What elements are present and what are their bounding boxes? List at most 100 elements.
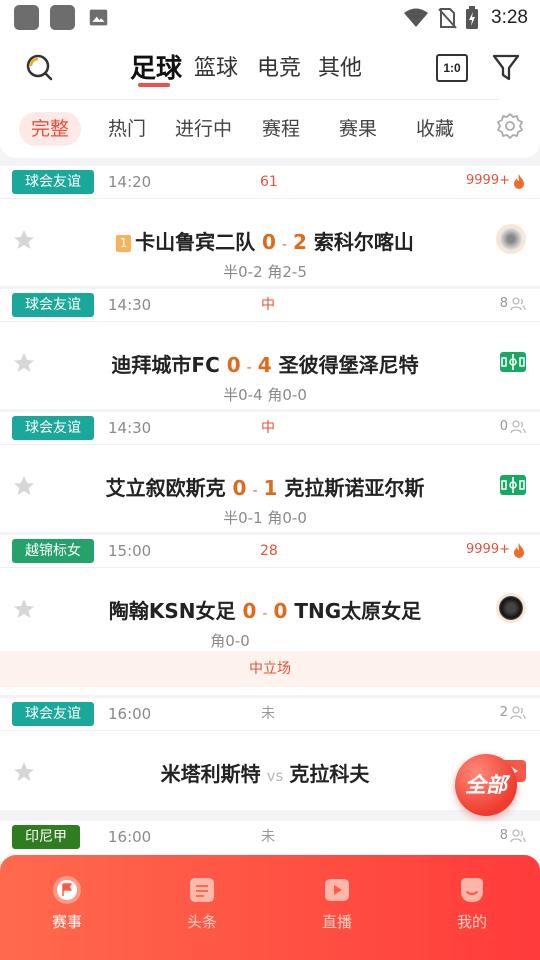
battery-charging-icon xyxy=(466,6,479,29)
active-tab-indicator xyxy=(138,83,170,87)
heat-value: 0 xyxy=(499,419,508,434)
match-card[interactable]: 越锦标女 15:00 28 9999+ 陶翰KSN女足 0-0 TNG太原女足 … xyxy=(0,535,540,695)
app-notification-icon xyxy=(50,5,75,30)
divider xyxy=(0,567,540,568)
search-icon[interactable] xyxy=(24,52,54,82)
match-header: 球会友谊 14:30 中 8 xyxy=(0,289,540,317)
no-sim-icon xyxy=(438,8,457,29)
divider xyxy=(0,198,540,199)
league-tag[interactable]: 球会友谊 xyxy=(12,416,94,440)
match-header: 球会友谊 14:30 中 0 xyxy=(0,412,540,440)
subtab-live[interactable]: 进行中 xyxy=(175,112,232,146)
odds-info: 半0-4 角0-0 xyxy=(223,386,307,404)
filter-icon[interactable] xyxy=(492,53,520,83)
nav-label: 头条 xyxy=(186,913,217,931)
heat-count: 9999+ xyxy=(466,170,526,192)
nav-label: 我的 xyxy=(456,913,487,931)
match-time: 16:00 xyxy=(108,705,152,723)
settings-gear-icon[interactable] xyxy=(496,112,524,140)
away-team: 克拉科夫 xyxy=(289,762,370,786)
nav-profile[interactable]: 我的 xyxy=(432,875,512,932)
subtab-hot[interactable]: 热门 xyxy=(108,112,146,146)
header-divider xyxy=(40,99,500,100)
nav-matches[interactable]: 赛事 xyxy=(27,875,107,932)
home-team: 卡山鲁宾二队 xyxy=(135,230,256,254)
subtab-favorites[interactable]: 收藏 xyxy=(416,112,454,146)
heat-value: 2 xyxy=(499,705,508,720)
heat-count: 8 xyxy=(500,293,526,315)
live-stream-icon[interactable] xyxy=(496,593,526,623)
home-team: 迪拜城市FC xyxy=(111,353,220,377)
home-team: 陶翰KSN女足 xyxy=(108,599,236,623)
match-time: 14:30 xyxy=(108,296,152,314)
match-card[interactable]: 球会友谊 14:30 中 8 迪拜城市FC 0-4 圣彼得堡泽尼特 半0-4 角… xyxy=(0,289,540,409)
divider xyxy=(0,321,540,322)
play-icon xyxy=(325,879,349,901)
favorite-star-icon[interactable] xyxy=(12,597,36,621)
tab-basketball[interactable]: 篮球 xyxy=(194,50,238,82)
favorite-star-icon[interactable] xyxy=(12,351,36,375)
home-score: 0 xyxy=(262,230,276,254)
bottom-navigation: 赛事 头条 直播 我的 xyxy=(0,855,540,960)
subtab-all[interactable]: 完整 xyxy=(19,112,82,146)
show-all-button[interactable]: 全部 xyxy=(455,754,517,816)
heat-value: 8 xyxy=(499,296,508,311)
match-time: 14:30 xyxy=(108,419,152,437)
score-dash: - xyxy=(262,606,268,622)
live-stream-icon[interactable] xyxy=(496,224,526,254)
versus-label: vs xyxy=(266,767,284,785)
people-icon xyxy=(510,829,526,843)
rank-badge: 1 xyxy=(116,235,132,252)
match-status: 未 xyxy=(261,829,275,845)
away-score: 4 xyxy=(257,353,272,377)
header: 足球 篮球 电竞 其他 1:0 完整 热门 进行中 赛程 赛果 收藏 xyxy=(0,36,540,158)
favorite-star-icon[interactable] xyxy=(12,228,36,252)
nav-label: 直播 xyxy=(321,913,352,931)
match-time: 15:00 xyxy=(108,542,152,560)
match-card[interactable]: 球会友谊 14:20 61 9999+ 1 卡山鲁宾二队 0-2 索科尔喀山 半0… xyxy=(0,166,540,286)
tab-esports[interactable]: 电竞 xyxy=(257,50,301,82)
league-tag[interactable]: 越锦标女 xyxy=(12,539,94,563)
home-score: 0 xyxy=(232,476,247,500)
away-team: TNG太原女足 xyxy=(294,599,422,623)
app-notification-icon xyxy=(14,5,39,30)
away-team: 索科尔喀山 xyxy=(313,230,414,254)
league-tag[interactable]: 球会友谊 xyxy=(12,170,94,194)
image-notification-icon xyxy=(89,9,108,26)
tab-other[interactable]: 其他 xyxy=(318,50,362,82)
status-bar: 3:28 xyxy=(0,0,540,36)
teams-line: 1 卡山鲁宾二队 0-2 索科尔喀山 xyxy=(50,226,480,255)
match-time: 16:00 xyxy=(108,828,152,846)
match-header: 球会友谊 14:20 61 9999+ xyxy=(0,166,540,194)
heat-count: 9999+ xyxy=(466,539,526,561)
tab-football[interactable]: 足球 xyxy=(130,48,182,85)
nav-live[interactable]: 直播 xyxy=(297,875,377,932)
league-tag[interactable]: 印尼甲 xyxy=(12,825,80,849)
score-dash: - xyxy=(281,237,288,253)
favorite-star-icon[interactable] xyxy=(12,474,36,498)
divider xyxy=(0,444,540,445)
field-icon[interactable] xyxy=(500,475,526,495)
league-tag[interactable]: 球会友谊 xyxy=(12,293,94,317)
subtab-schedule[interactable]: 赛程 xyxy=(262,112,300,146)
score-display-button[interactable]: 1:0 xyxy=(436,54,468,82)
teams-line: 陶翰KSN女足 0-0 TNG太原女足 xyxy=(50,595,480,624)
nav-headlines[interactable]: 头条 xyxy=(162,875,242,932)
profile-icon xyxy=(461,878,483,902)
heat-value: 9999+ xyxy=(466,542,510,557)
field-icon[interactable] xyxy=(500,352,526,372)
heat-count: 8 xyxy=(500,825,526,847)
match-card[interactable]: 球会友谊 14:30 中 0 艾立叙欧斯克 0-1 克拉斯诺亚尔斯 半0-1 角… xyxy=(0,412,540,532)
nav-label: 赛事 xyxy=(51,913,82,931)
people-icon xyxy=(510,706,526,720)
match-status: 28 xyxy=(260,543,278,559)
favorite-star-icon[interactable] xyxy=(12,760,36,784)
subtab-results[interactable]: 赛果 xyxy=(339,112,377,146)
heat-count: 2 xyxy=(500,702,526,724)
teams-line: 艾立叙欧斯克 0-1 克拉斯诺亚尔斯 xyxy=(50,472,480,501)
league-tag[interactable]: 球会友谊 xyxy=(12,702,94,726)
people-icon xyxy=(510,297,526,311)
home-team: 米塔利斯特 xyxy=(160,762,261,786)
match-header: 越锦标女 15:00 28 9999+ xyxy=(0,535,540,563)
home-team: 艾立叙欧斯克 xyxy=(105,476,226,500)
